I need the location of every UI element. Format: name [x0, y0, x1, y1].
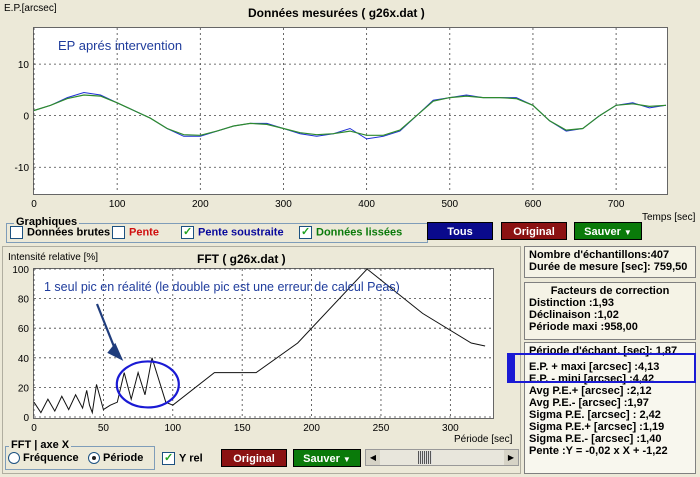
frequence-radio-dot [8, 452, 20, 465]
yrel-box [162, 451, 175, 465]
lissees-checkbox[interactable]: Données lissées [299, 225, 402, 239]
horizontal-scrollbar[interactable]: ◀ ▶ [365, 449, 519, 466]
y-tick-label: 100 [12, 265, 29, 276]
declinaison-text: Déclinaison :1,02 [529, 309, 619, 321]
peak-highlight-ellipse [115, 360, 180, 409]
info-panel: Nombre d'échantillons:407 Durée de mesur… [524, 246, 696, 278]
sigma-pe-text: Sigma P.E. [arcsec] : 2,42 [529, 409, 661, 421]
distinction-text: Distinction :1,93 [529, 297, 614, 309]
yrel-checkbox[interactable]: Y rel [162, 451, 203, 465]
y-tick-label: 60 [18, 324, 30, 335]
pente-text: Pente :Y = -0,02 x X + -1,22 [529, 445, 668, 457]
x-tick-label: 150 [234, 423, 251, 434]
ep-highlight-bar [507, 353, 515, 383]
duree-text: Durée de mesure [sec]: 759,50 [529, 261, 688, 273]
pente-soustraite-box [181, 225, 194, 239]
avg-pe-plus-text: Avg P.E.+ [arcsec] :2,12 [529, 385, 652, 397]
x-tick-label: 300 [275, 199, 292, 210]
echantillons-text: Nombre d'échantillons:407 [529, 249, 670, 261]
x-tick-label: 400 [358, 199, 375, 210]
ep-highlight-box [507, 353, 696, 383]
top-chart-svg: 100-100 100 200 300 400 500 600 700 [15, 28, 667, 210]
chevron-down-icon: ▼ [623, 228, 632, 237]
facteurs-title: Facteurs de correction [550, 285, 670, 297]
x-tick-label: 700 [608, 199, 625, 210]
x-tick-label: 500 [441, 199, 458, 210]
y-tick-label: 80 [18, 295, 30, 306]
avg-pe-minus-text: Avg P.E.- [arcsec] :1,97 [529, 397, 649, 409]
top-chart-xlabel: Temps [sec] [642, 212, 696, 223]
y-tick-label: 0 [23, 112, 29, 123]
scroll-right-icon[interactable]: ▶ [504, 450, 518, 465]
periode-radio-dot [88, 452, 100, 465]
brutes-box [10, 226, 23, 239]
x-tick-label: 200 [303, 423, 320, 434]
x-tick-label: 50 [98, 423, 110, 434]
x-tick-label: 0 [31, 423, 37, 434]
series-line-1 [33, 94, 667, 136]
x-tick-label: 100 [164, 423, 181, 434]
pente-soustraite-checkbox[interactable]: Pente soustraite [181, 225, 284, 239]
tous-button[interactable]: Tous [427, 222, 493, 240]
x-tick-label: 100 [109, 199, 126, 210]
y-tick-label: 40 [18, 354, 30, 365]
sigma-pe-plus-text: Sigma P.E.+ [arcsec] :1,19 [529, 421, 665, 433]
scroll-left-icon[interactable]: ◀ [366, 450, 380, 465]
y-tick-label: 20 [18, 383, 30, 394]
x-tick-label: 250 [373, 423, 390, 434]
x-tick-label: 0 [31, 199, 37, 210]
scroll-thumb[interactable] [418, 451, 432, 464]
frequence-radio[interactable]: Fréquence [8, 452, 79, 465]
periode-radio[interactable]: Période [88, 452, 143, 465]
original-top-button[interactable]: Original [501, 222, 567, 240]
x-tick-label: 600 [525, 199, 542, 210]
sauver-top-button[interactable]: Sauver ▼ [574, 222, 642, 240]
pente-box [112, 226, 125, 239]
lissees-box [299, 225, 312, 239]
fft-axis-group-label: FFT | axe X [9, 439, 72, 451]
fft-chart-svg: 1008060402000 50 100 150 200 250 300 [12, 265, 492, 434]
sauver-bottom-button[interactable]: Sauver ▼ [293, 449, 361, 467]
original-bottom-button[interactable]: Original [221, 449, 287, 467]
facteurs-panel: Facteurs de correction Distinction :1,93… [524, 282, 696, 340]
x-tick-label: 200 [192, 199, 209, 210]
y-tick-label: -10 [15, 163, 30, 174]
fft-xlabel: Période [sec] [454, 434, 513, 445]
fft-annotation: 1 seul pic en réalité (le double pic est… [44, 280, 400, 294]
sigma-pe-minus-text: Sigma P.E.- [arcsec] :1,40 [529, 433, 662, 445]
pente-checkbox[interactable]: Pente [112, 226, 159, 239]
periode-maxi-text: Période maxi :958,00 [529, 321, 638, 333]
x-tick-label: 300 [442, 423, 459, 434]
brutes-checkbox[interactable]: Données brutes [10, 226, 110, 239]
y-tick-label: 0 [23, 413, 29, 424]
y-tick-label: 10 [18, 60, 30, 71]
chevron-down-icon: ▼ [342, 455, 351, 464]
